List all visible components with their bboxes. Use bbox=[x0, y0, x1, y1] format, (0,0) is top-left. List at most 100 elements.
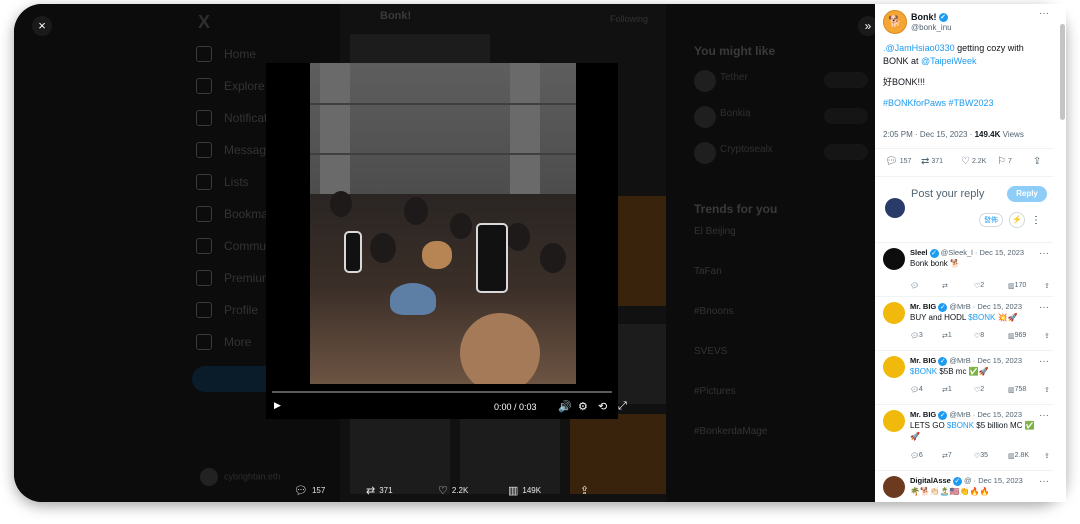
avatar[interactable] bbox=[883, 302, 905, 324]
reply-composer: Post your reply Reply 發佈 ⚡ ⋮ bbox=[883, 186, 1053, 236]
verified-icon: ✓ bbox=[938, 13, 948, 23]
language-pill[interactable]: 發佈 bbox=[979, 213, 1003, 227]
like-button[interactable]: ♡ 2.2K bbox=[961, 156, 986, 167]
mention-link[interactable]: @TaipeiWeek bbox=[921, 56, 977, 66]
reply-item[interactable]: Sleel ✓ @Sleek_l · Dec 15, 2023 Bonk bonk… bbox=[883, 248, 1055, 296]
more-icon[interactable]: ··· bbox=[1039, 410, 1049, 421]
bookmark-button[interactable]: ⚐ 7 bbox=[997, 156, 1012, 167]
share-icon[interactable]: ⇪ bbox=[1044, 386, 1050, 394]
avatar[interactable] bbox=[883, 476, 905, 498]
overlay-reply-button[interactable]: 💬︎ 157 bbox=[294, 484, 325, 497]
views-button[interactable]: ▥ 170 bbox=[1008, 282, 1026, 290]
trend-item: #Bnoons bbox=[694, 306, 734, 317]
avatar bbox=[200, 468, 218, 486]
reply-item[interactable]: Mr. BIG ✓ @MrB · Dec 15, 2023 LETS GO $BO… bbox=[883, 410, 1055, 470]
trend-item: SVEVS bbox=[694, 346, 728, 357]
trend-item: #Pictures bbox=[694, 386, 736, 397]
reply-input[interactable]: Post your reply bbox=[911, 188, 984, 200]
repost-button[interactable]: ⇄ 1 bbox=[942, 332, 952, 340]
share-button[interactable]: ⇪ bbox=[1033, 156, 1041, 167]
reply-button[interactable]: Reply bbox=[1007, 186, 1047, 202]
reply-item[interactable]: Mr. BIG ✓ @MrB · Dec 15, 2023 BUY and HOD… bbox=[883, 302, 1055, 350]
boost-icon[interactable]: ⚡ bbox=[1009, 212, 1025, 228]
repost-button[interactable]: ⇄ 7 bbox=[942, 452, 952, 460]
feed-tab: Following bbox=[610, 14, 649, 24]
avatar[interactable] bbox=[883, 356, 905, 378]
repost-button[interactable]: ⇄ 371 bbox=[921, 156, 943, 167]
background-user: cybrightan.eth bbox=[200, 468, 281, 486]
verified-icon: ✓ bbox=[938, 410, 948, 420]
repost-button[interactable]: ⇄ 1 bbox=[942, 386, 952, 394]
heart-icon: ♡ bbox=[438, 485, 448, 497]
mention-link[interactable]: .@JamHsiao0330 bbox=[883, 43, 955, 53]
share-icon: ⇪ bbox=[580, 485, 590, 497]
more-icon[interactable]: ··· bbox=[1039, 8, 1049, 19]
cashtag-link[interactable]: $BONK bbox=[947, 421, 974, 430]
views-button[interactable]: ▥ 2.8K bbox=[1008, 452, 1029, 460]
cashtag-link[interactable]: $BONK bbox=[910, 367, 937, 376]
more-icon[interactable]: ··· bbox=[1039, 356, 1049, 367]
reply-button[interactable]: 💬︎ 3 bbox=[910, 332, 923, 340]
reply-icon[interactable]: 💬︎ bbox=[910, 282, 919, 290]
avatar[interactable] bbox=[883, 410, 905, 432]
trend-item: TaFan bbox=[694, 266, 722, 277]
play-icon[interactable]: ▶ bbox=[274, 400, 281, 411]
video-player[interactable]: ▶ 0:00 / 0:03 🔊 ⚙ ⟲ ⤢ bbox=[266, 63, 627, 419]
repost-icon: ⇄ bbox=[366, 485, 376, 497]
overlay-views-button[interactable]: ▥ 149K bbox=[508, 484, 541, 497]
more-icon[interactable]: ⋮ bbox=[1031, 215, 1041, 226]
trends-title: Trends for you bbox=[694, 202, 778, 216]
suggestion-row: Bonkia bbox=[694, 104, 874, 140]
share-icon[interactable]: ⇪ bbox=[1044, 452, 1050, 460]
cashtag-link[interactable]: $BONK bbox=[968, 313, 995, 322]
like-button[interactable]: ♡ 8 bbox=[974, 332, 984, 340]
overlay-share-button[interactable]: ⇪ bbox=[580, 484, 589, 497]
tweet-meta: 2:05 PM · Dec 15, 2023 · 149.4K Views bbox=[883, 130, 1024, 139]
fullscreen-icon[interactable]: ⤢ bbox=[618, 400, 627, 413]
more-icon[interactable]: ··· bbox=[1039, 302, 1049, 313]
volume-icon[interactable]: 🔊 bbox=[558, 400, 572, 413]
tweet-panel: 🐕 Bonk! ✓ @bonk_inu ··· .@JamHsiao0330 ge… bbox=[875, 4, 1066, 502]
share-icon[interactable]: ⇪ bbox=[1044, 332, 1050, 340]
like-button[interactable]: ♡ 2 bbox=[974, 386, 984, 394]
x-logo-icon: X bbox=[198, 12, 211, 32]
suggestion-row: Cryptosealx bbox=[694, 140, 874, 176]
video-progress-bar[interactable] bbox=[272, 391, 612, 393]
verified-icon: ✓ bbox=[938, 356, 948, 366]
reply-item[interactable]: DigitalAsse ✓ @ · Dec 15, 2023 🌴🐕👏🏻🏝️🇺🇸👏🔥… bbox=[883, 476, 1055, 502]
reply-button[interactable]: 💬︎ 6 bbox=[910, 452, 923, 460]
reply-button[interactable]: 💬︎ 157 bbox=[885, 156, 911, 167]
like-button[interactable]: ♡ 35 bbox=[974, 452, 988, 460]
settings-icon[interactable]: ⚙ bbox=[578, 400, 588, 413]
verified-icon: ✓ bbox=[938, 302, 948, 312]
avatar[interactable] bbox=[883, 248, 905, 270]
reply-item[interactable]: Mr. BIG ✓ @MrB · Dec 15, 2023 $BONK $5B m… bbox=[883, 356, 1055, 404]
bookmark-icon: ⚐ bbox=[997, 156, 1006, 167]
dog-image bbox=[422, 241, 452, 269]
views-button[interactable]: ▥ 969 bbox=[1008, 332, 1026, 340]
trend-item: El Beijing bbox=[694, 226, 736, 237]
reply-icon: 💬︎ bbox=[885, 156, 898, 167]
reply-icon: 💬︎ bbox=[294, 485, 308, 497]
overlay-like-button[interactable]: ♡ 2.2K bbox=[438, 484, 468, 497]
close-icon[interactable]: × bbox=[32, 16, 52, 36]
more-icon[interactable]: ··· bbox=[1039, 248, 1049, 259]
tweet-text: .@JamHsiao0330 getting cozy with BONK at… bbox=[883, 42, 1051, 110]
reply-button[interactable]: 💬︎ 4 bbox=[910, 386, 923, 394]
views-icon: ▥ bbox=[508, 485, 519, 497]
hashtag-links[interactable]: #BONKforPaws #TBW2023 bbox=[883, 97, 1051, 110]
like-button[interactable]: ♡ 2 bbox=[974, 282, 984, 290]
share-icon: ⇪ bbox=[1033, 156, 1042, 167]
suggestion-row: Tether bbox=[694, 68, 874, 104]
more-icon[interactable]: ··· bbox=[1039, 476, 1049, 487]
overlay-repost-button[interactable]: ⇄ 371 bbox=[366, 484, 393, 497]
scrollbar-thumb[interactable] bbox=[1060, 24, 1065, 120]
repost-icon: ⇄ bbox=[921, 156, 930, 167]
views-button[interactable]: ▥ 758 bbox=[1008, 386, 1026, 394]
background-sidebar: You might like Tether Bonkia Cryptosealx… bbox=[694, 44, 874, 466]
repost-icon[interactable]: ⇄ bbox=[942, 282, 948, 290]
video-frame bbox=[310, 63, 576, 384]
loop-icon[interactable]: ⟲ bbox=[598, 400, 607, 413]
avatar[interactable]: 🐕 bbox=[883, 10, 907, 34]
share-icon[interactable]: ⇪ bbox=[1044, 282, 1050, 290]
